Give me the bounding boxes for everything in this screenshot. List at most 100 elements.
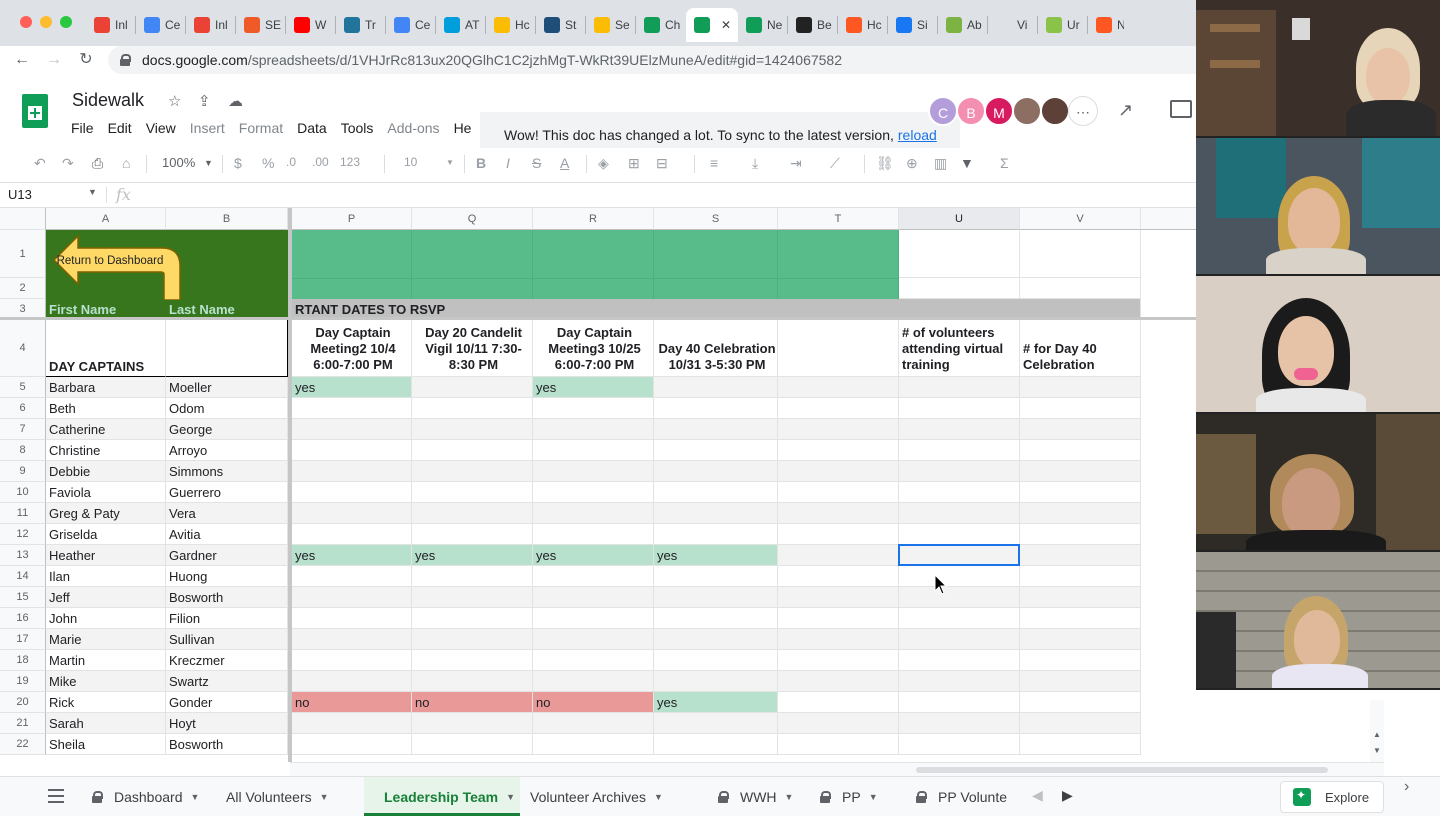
row-header[interactable]: 12 — [0, 524, 46, 545]
cell-empty[interactable] — [778, 692, 899, 713]
rsvp-cell[interactable] — [654, 524, 778, 545]
menu-insert[interactable]: Insert — [183, 118, 232, 138]
cell-empty[interactable] — [1020, 482, 1141, 503]
volunteers-attending-header[interactable]: # of volunteers attending virtual traini… — [899, 320, 1020, 377]
sheet-menu-arrow-icon[interactable]: ▼ — [320, 792, 329, 802]
last-name-cell[interactable]: Sullivan — [166, 629, 288, 650]
menu-file[interactable]: File — [64, 118, 101, 138]
first-name-cell[interactable]: Beth — [46, 398, 166, 419]
rsvp-cell[interactable] — [412, 566, 533, 587]
row-header[interactable]: 11 — [0, 503, 46, 524]
menu-format[interactable]: Format — [232, 118, 290, 138]
last-name-cell[interactable]: Simmons — [166, 461, 288, 482]
row-freeze-bar[interactable] — [0, 317, 1196, 320]
rsvp-header-r[interactable]: Day Captain Meeting3 10/25 6:00-7:00 PM — [533, 320, 654, 377]
rsvp-cell[interactable]: yes — [654, 545, 778, 566]
rsvp-cell[interactable] — [292, 503, 412, 524]
column-header-s[interactable]: S — [654, 208, 778, 230]
last-name-cell[interactable]: Moeller — [166, 377, 288, 398]
row-header[interactable]: 10 — [0, 482, 46, 503]
rsvp-cell[interactable] — [533, 650, 654, 671]
collaborator-avatar[interactable]: M — [984, 96, 1014, 126]
rsvp-cell[interactable] — [533, 587, 654, 608]
sheet-menu-arrow-icon[interactable]: ▼ — [869, 792, 878, 802]
cell-empty[interactable] — [166, 320, 288, 377]
maximize-window-button[interactable] — [60, 16, 72, 28]
cell-empty[interactable] — [899, 587, 1020, 608]
cell-empty[interactable] — [899, 608, 1020, 629]
column-header-v[interactable]: V — [1020, 208, 1141, 230]
cell-empty[interactable] — [1020, 566, 1141, 587]
insert-link-icon[interactable]: ⛓ — [876, 155, 894, 172]
paint-format-icon[interactable]: ⌂ — [122, 155, 130, 171]
rsvp-cell[interactable] — [533, 398, 654, 419]
row-header[interactable]: 16 — [0, 608, 46, 629]
first-name-cell[interactable]: Greg & Paty — [46, 503, 166, 524]
rsvp-cell[interactable] — [533, 482, 654, 503]
cell-empty[interactable] — [778, 713, 899, 734]
row-header[interactable]: 19 — [0, 671, 46, 692]
rsvp-cell[interactable] — [412, 419, 533, 440]
rsvp-cell[interactable] — [292, 461, 412, 482]
browser-tab[interactable]: W — [286, 8, 336, 42]
rsvp-cell[interactable]: yes — [292, 545, 412, 566]
horizontal-scroll-thumb[interactable] — [916, 767, 1328, 773]
rsvp-cell[interactable] — [533, 440, 654, 461]
rsvp-cell[interactable] — [533, 566, 654, 587]
first-name-cell[interactable]: Heather — [46, 545, 166, 566]
redo-icon[interactable]: ↷ — [62, 155, 74, 172]
row-header[interactable]: 15 — [0, 587, 46, 608]
last-name-cell[interactable]: Gonder — [166, 692, 288, 713]
cell-empty[interactable] — [1020, 461, 1141, 482]
rsvp-cell[interactable] — [654, 503, 778, 524]
rsvp-cell[interactable] — [412, 650, 533, 671]
row-header[interactable]: 4 — [0, 320, 46, 377]
cell-empty[interactable] — [1020, 692, 1141, 713]
sheets-logo-icon[interactable] — [22, 94, 48, 128]
sheet-menu-arrow-icon[interactable]: ▼ — [654, 792, 663, 802]
rsvp-cell[interactable]: yes — [533, 545, 654, 566]
browser-tab[interactable]: ✕ — [686, 8, 738, 42]
cell-empty[interactable] — [778, 671, 899, 692]
insert-chart-icon[interactable]: ▥ — [934, 155, 947, 172]
browser-tab[interactable]: SE — [236, 8, 286, 42]
menu-add-ons[interactable]: Add-ons — [380, 118, 446, 138]
browser-tab[interactable]: Inl — [186, 8, 236, 42]
forward-arrow-icon[interactable]: → — [44, 50, 64, 70]
rsvp-cell[interactable]: no — [412, 692, 533, 713]
cell-empty[interactable] — [1020, 524, 1141, 545]
cell-empty[interactable] — [1020, 503, 1141, 524]
name-box[interactable]: U13 — [8, 187, 32, 202]
column-header-u[interactable]: U — [899, 208, 1020, 230]
sheet-menu-arrow-icon[interactable]: ▼ — [785, 792, 794, 802]
reload-icon[interactable]: ↻ — [76, 50, 96, 70]
reload-link[interactable]: reload — [898, 127, 937, 143]
rsvp-cell[interactable] — [654, 419, 778, 440]
more-formats-button[interactable]: 123 — [340, 155, 360, 169]
rsvp-header-q[interactable]: Day 20 Candelit Vigil 10/11 7:30-8:30 PM — [412, 320, 533, 377]
all-sheets-icon[interactable] — [48, 789, 64, 803]
first-name-cell[interactable]: Ilan — [46, 566, 166, 587]
cell-empty[interactable] — [899, 734, 1020, 755]
cell-empty[interactable] — [899, 671, 1020, 692]
cell-empty[interactable] — [778, 587, 899, 608]
vertical-align-icon[interactable]: ⤓ — [752, 155, 758, 172]
row-header[interactable]: 18 — [0, 650, 46, 671]
rsvp-cell[interactable] — [654, 566, 778, 587]
zoom-select[interactable]: 100% — [162, 155, 195, 170]
first-name-cell[interactable]: Sarah — [46, 713, 166, 734]
cell-empty[interactable] — [1020, 629, 1141, 650]
functions-button[interactable]: Σ — [1000, 155, 1009, 171]
first-name-cell[interactable]: Rick — [46, 692, 166, 713]
first-name-cell[interactable]: Mike — [46, 671, 166, 692]
sheet-tab[interactable]: PP ▼ — [820, 777, 906, 816]
row-header[interactable]: 6 — [0, 398, 46, 419]
cell-empty[interactable] — [778, 482, 899, 503]
browser-tab[interactable]: Tr — [336, 8, 386, 42]
rsvp-cell[interactable] — [292, 482, 412, 503]
rsvp-cell[interactable] — [412, 503, 533, 524]
rsvp-cell[interactable] — [533, 524, 654, 545]
document-title[interactable]: Sidewalk — [72, 90, 144, 111]
cell-empty[interactable] — [899, 650, 1020, 671]
close-tab-icon[interactable]: ✕ — [721, 18, 731, 32]
